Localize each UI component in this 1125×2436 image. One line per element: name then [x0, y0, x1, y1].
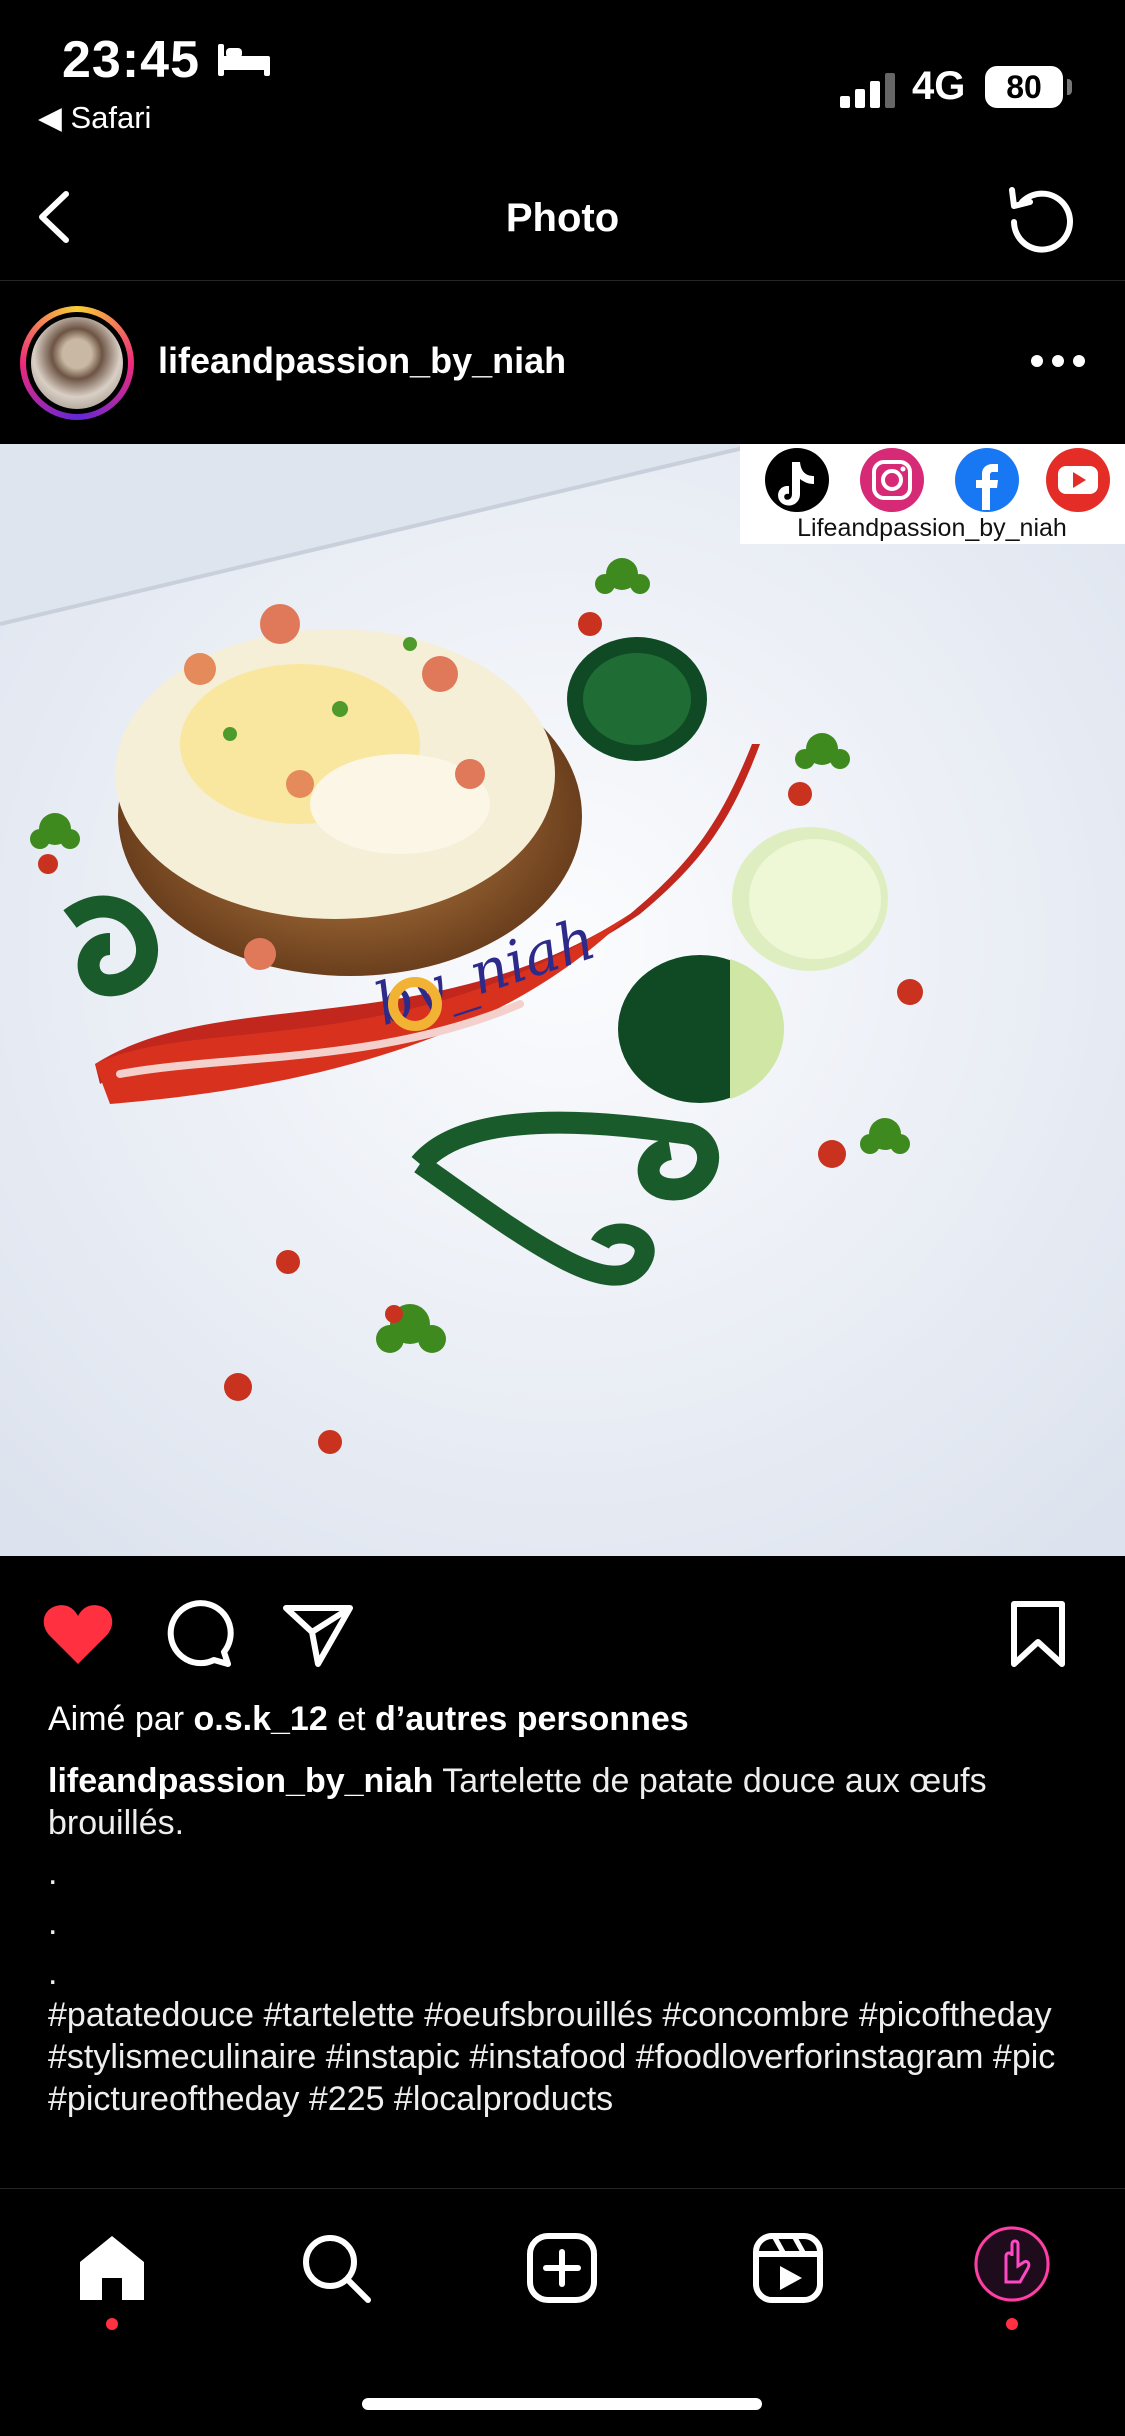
caption-dot: . — [48, 1854, 58, 1892]
profile-photo — [31, 317, 123, 409]
post-username[interactable]: lifeandpassion_by_niah — [158, 340, 566, 382]
network-type: 4G — [912, 64, 966, 108]
status-bar: 23:45 ◀ Safari 4G 80 — [0, 0, 1125, 150]
create-post-icon[interactable] — [522, 2228, 602, 2308]
home-notification-dot — [106, 2318, 118, 2330]
navigation-bar: Photo — [0, 160, 1125, 281]
post-caption: lifeandpassion_by_niah Tartelette de pat… — [48, 1760, 1078, 1998]
likes-summary[interactable]: Aimé par o.s.k_12 et d’autres personnes — [48, 1700, 689, 1739]
comment-icon[interactable] — [158, 1594, 238, 1674]
watermark-handle: Lifeandpassion_by_niah — [797, 514, 1067, 542]
back-to-safari[interactable]: ◀ Safari — [38, 100, 151, 136]
liker-username[interactable]: o.s.k_12 — [194, 1700, 328, 1738]
caption-dot: . — [48, 1954, 58, 1992]
instagram-icon — [860, 448, 924, 512]
share-send-icon[interactable] — [278, 1594, 358, 1674]
profile-notification-dot — [1006, 2318, 1018, 2330]
post-photo[interactable]: by_niah Lifeandpassion_by_niah — [0, 444, 1125, 1556]
caption-hashtags[interactable]: #patatedouce #tartelette #oeufsbrouillés… — [48, 1994, 1088, 2120]
likes-others[interactable]: d’autres personnes — [375, 1700, 689, 1738]
profile-avatar-image — [974, 2226, 1050, 2302]
home-indicator — [362, 2398, 762, 2410]
profile-tab-avatar[interactable] — [974, 2226, 1050, 2302]
avatar[interactable] — [20, 306, 134, 420]
likes-connector: et — [337, 1700, 366, 1738]
signal-icon — [840, 73, 895, 108]
search-icon[interactable] — [296, 2228, 376, 2308]
battery-indicator: 80 — [985, 66, 1072, 108]
food-plate-illustration: by_niah Lifeandpassion_by_niah — [0, 444, 1125, 1556]
caption-username[interactable]: lifeandpassion_by_niah — [48, 1762, 433, 1800]
page-title: Photo — [505, 196, 620, 240]
reels-icon[interactable] — [748, 2228, 828, 2308]
clock: 23:45 — [62, 31, 200, 89]
facebook-icon — [955, 448, 1019, 512]
tiktok-icon — [765, 448, 829, 512]
more-options-icon[interactable] — [1030, 354, 1086, 368]
like-heart-icon[interactable] — [38, 1594, 118, 1674]
home-icon[interactable] — [72, 2228, 152, 2308]
post-header: lifeandpassion_by_niah — [0, 282, 1125, 444]
refresh-icon[interactable] — [1000, 180, 1080, 260]
bookmark-icon[interactable] — [998, 1594, 1078, 1674]
sleep-focus-icon — [218, 44, 270, 76]
likes-prefix: Aimé par — [48, 1700, 185, 1738]
youtube-icon — [1046, 448, 1110, 512]
post-actions — [0, 1556, 1125, 1706]
caption-dot: . — [48, 1904, 58, 1942]
divider — [0, 2188, 1125, 2189]
